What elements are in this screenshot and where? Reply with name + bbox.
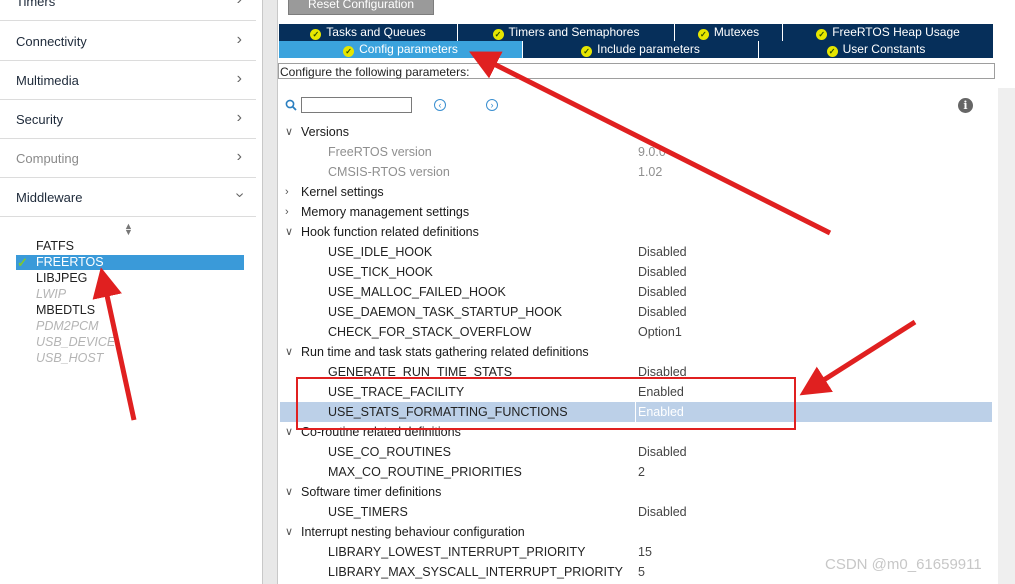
annotation-arrow bbox=[469, 51, 832, 236]
annotation-arrows bbox=[92, 51, 917, 421]
annotation-arrow bbox=[92, 267, 137, 421]
watermark: CSDN @m0_61659911 bbox=[825, 556, 982, 573]
annotation-arrow bbox=[799, 319, 917, 396]
